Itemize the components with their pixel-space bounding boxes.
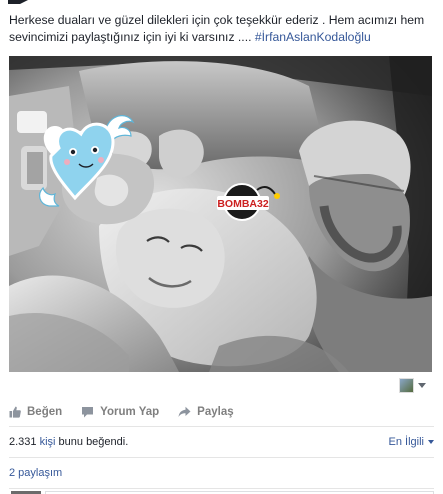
hospital-photo-illustration: BOMBA32 [9, 56, 432, 372]
svg-text:BOMBA32: BOMBA32 [217, 198, 269, 210]
shares-summary: 2 paylaşım [9, 458, 434, 488]
thumbs-up-icon [9, 406, 21, 418]
post-header-strip [0, 0, 443, 6]
shares-link[interactable]: 2 paylaşım [9, 467, 62, 479]
facebook-post: Herkese duaları ve güzel dilekleri için … [0, 0, 443, 494]
post-photo[interactable]: BOMBA32 [9, 56, 432, 372]
camera-avatar-icon[interactable] [399, 378, 414, 393]
likes-suffix: bunu beğendi. [55, 436, 129, 448]
post-text: Herkese duaları ve güzel dilekleri için … [9, 12, 434, 46]
chevron-down-icon[interactable] [418, 383, 426, 388]
chevron-down-icon [428, 440, 434, 444]
likes-summary: 2.331 kişi bunu beğendi. En İlgili [9, 427, 434, 457]
comment-sort-dropdown[interactable]: En İlgili [389, 436, 434, 448]
comment-label: Yorum Yap [100, 406, 160, 418]
comment-composer [9, 489, 434, 494]
sort-label: En İlgili [388, 436, 424, 448]
speech-bubble-icon [82, 407, 94, 418]
media-controls [0, 372, 443, 394]
page-logo-icon[interactable] [8, 0, 32, 4]
likes-people-link[interactable]: kişi [40, 436, 56, 448]
share-label: Paylaş [197, 406, 234, 418]
share-arrow-icon [178, 406, 191, 417]
like-button[interactable]: Beğen [9, 406, 62, 418]
likes-number: 2.331 [9, 436, 40, 448]
likes-count: 2.331 kişi bunu beğendi. [9, 436, 128, 448]
share-button[interactable]: Paylaş [178, 406, 234, 418]
like-label: Beğen [27, 406, 63, 418]
post-hashtag-link[interactable]: #İrfanAslanKodaloğlu [255, 30, 371, 44]
comment-button[interactable]: Yorum Yap [81, 406, 159, 418]
post-actions: Beğen Yorum Yap Paylaş [9, 398, 434, 426]
